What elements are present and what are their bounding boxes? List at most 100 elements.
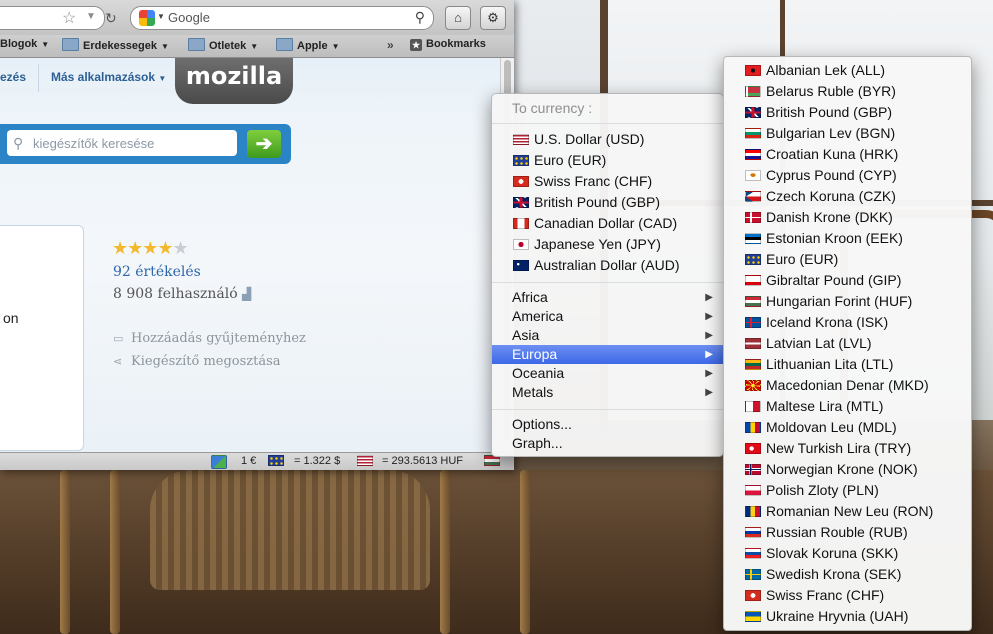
submenu-currency-cz[interactable]: Czech Koruna (CZK) — [724, 186, 971, 207]
submenu-currency-pl[interactable]: Polish Zloty (PLN) — [724, 480, 971, 501]
chevron-right-icon: ▶ — [705, 368, 713, 379]
usd-rate[interactable]: = 1.322 $ — [294, 455, 340, 467]
submenu-currency-lt[interactable]: Lithuanian Lita (LTL) — [724, 354, 971, 375]
menu-region-america[interactable]: America ▶ — [492, 307, 723, 326]
chevron-down-icon[interactable]: ▼ — [157, 12, 165, 21]
menu-currency-gb[interactable]: British Pound (GBP) — [492, 192, 723, 213]
menu-currency-ca[interactable]: Canadian Dollar (CAD) — [492, 213, 723, 234]
bookmark-folder-blogok[interactable]: Blogok ▼ — [0, 38, 49, 50]
bookmark-folder-erdekessegek[interactable]: Erdekessegek ▼ — [62, 38, 169, 52]
submenu-currency-tr[interactable]: New Turkish Lira (TRY) — [724, 438, 971, 459]
currency-amount[interactable]: 1 € — [241, 455, 256, 467]
mozilla-logo[interactable]: mozilla — [175, 58, 293, 104]
bookmark-folder-otletek[interactable]: Otletek ▼ — [188, 38, 258, 52]
submenu-currency-cy[interactable]: Cyprus Pound (CYP) — [724, 165, 971, 186]
submenu-currency-label: Iceland Krona (ISK) — [766, 314, 889, 330]
ru-flag-icon — [745, 527, 761, 538]
bookmark-label: Erdekessegek — [83, 40, 157, 52]
submenu-currency-label: Moldovan Leu (MDL) — [766, 419, 897, 435]
share-addon-link[interactable]: ⋖ Kiegészítő megosztása — [113, 354, 281, 369]
reviews-link[interactable]: 92 értékelés — [113, 264, 201, 280]
rating-stars: ★★★★★ — [112, 238, 189, 258]
gb-flag-icon — [513, 197, 529, 208]
stats-icon[interactable]: ▟ — [242, 287, 251, 301]
chevron-right-icon: ▶ — [705, 330, 713, 341]
nav-link-label: Más alkalmazások — [51, 70, 156, 84]
submenu-currency-bg[interactable]: Bulgarian Lev (BGN) — [724, 123, 971, 144]
search-placeholder: kiegészítők keresése — [33, 136, 155, 151]
browser-toolbar: ☆ ▼ ↻ ▼ Google ⚲ ⌂ ⚙ — [0, 0, 514, 35]
menu-currency-ch[interactable]: Swiss Franc (CHF) — [492, 171, 723, 192]
submenu-currency-al[interactable]: Albanian Lek (ALL) — [724, 60, 971, 81]
search-input[interactable]: Google — [168, 10, 210, 25]
huf-rate[interactable]: = 293.5613 HUF — [382, 455, 463, 467]
collection-icon: ▭ — [113, 332, 124, 345]
menu-currency-eu[interactable]: Euro (EUR) — [492, 150, 723, 171]
submenu-currency-gb[interactable]: British Pound (GBP) — [724, 102, 971, 123]
wallpaper-chair-seat — [150, 470, 430, 590]
status-bar: 1 € = 1.322 $ = 293.5613 HUF — [0, 452, 514, 470]
menu-region-metals[interactable]: Metals ▶ — [492, 383, 723, 402]
reload-icon[interactable]: ↻ — [105, 10, 117, 27]
submenu-currency-eu[interactable]: Euro (EUR) — [724, 249, 971, 270]
menu-region-label: Asia — [512, 327, 540, 343]
se-flag-icon — [745, 569, 761, 580]
nav-divider — [38, 64, 39, 92]
submenu-currency-label: Ukraine Hryvnia (UAH) — [766, 608, 909, 624]
menu-currency-label: British Pound (GBP) — [534, 194, 661, 210]
more-bookmarks-button[interactable]: » — [387, 38, 394, 52]
menu-item-graph[interactable]: Graph... — [492, 433, 723, 454]
ro-flag-icon — [745, 506, 761, 517]
submenu-currency-no[interactable]: Norwegian Krone (NOK) — [724, 459, 971, 480]
submenu-currency-ch[interactable]: Swiss Franc (CHF) — [724, 585, 971, 606]
submenu-currency-label: Swiss Franc (CHF) — [766, 587, 885, 603]
add-to-collection-link[interactable]: ▭ Hozzáadás gyűjteményhez — [113, 331, 306, 346]
menu-item-options[interactable]: Options... — [492, 414, 723, 435]
submenu-currency-ua[interactable]: Ukraine Hryvnia (UAH) — [724, 606, 971, 627]
submenu-currency-mk[interactable]: Macedonian Denar (MKD) — [724, 375, 971, 396]
submenu-currency-label: Bulgarian Lev (BGN) — [766, 125, 896, 141]
bookmarks-menu[interactable]: ★ Bookmarks — [410, 38, 486, 51]
translate-icon[interactable] — [211, 455, 227, 470]
bookmark-star-icon[interactable]: ☆ — [62, 8, 76, 28]
tr-flag-icon — [745, 443, 761, 454]
home-button[interactable]: ⌂ — [445, 6, 471, 30]
submenu-currency-se[interactable]: Swedish Krona (SEK) — [724, 564, 971, 585]
menu-region-africa[interactable]: Africa ▶ — [492, 288, 723, 307]
submenu-currency-hu[interactable]: Hungarian Forint (HUF) — [724, 291, 971, 312]
search-go-button[interactable]: ➔ — [247, 130, 281, 158]
addon-search-input[interactable]: ⚲ kiegészítők keresése — [7, 130, 237, 156]
menu-currency-au[interactable]: Australian Dollar (AUD) — [492, 255, 723, 276]
search-bar[interactable]: ▼ Google ⚲ — [130, 6, 434, 30]
menu-currency-label: Australian Dollar (AUD) — [534, 257, 680, 273]
addon-card: on — [0, 225, 84, 451]
bookmark-folder-apple[interactable]: Apple ▼ — [276, 38, 339, 52]
submenu-currency-lv[interactable]: Latvian Lat (LVL) — [724, 333, 971, 354]
submenu-currency-is[interactable]: Iceland Krona (ISK) — [724, 312, 971, 333]
ch-flag-icon — [513, 176, 529, 187]
submenu-currency-by[interactable]: Belarus Ruble (BYR) — [724, 81, 971, 102]
menu-currency-jp[interactable]: Japanese Yen (JPY) — [492, 234, 723, 255]
google-icon[interactable] — [139, 10, 155, 26]
submenu-currency-label: Danish Krone (DKK) — [766, 209, 893, 225]
menu-region-europa[interactable]: Europa ▶ — [492, 345, 723, 364]
menu-currency-us[interactable]: U.S. Dollar (USD) — [492, 129, 723, 150]
chevron-down-icon[interactable]: ▼ — [86, 11, 96, 22]
nav-link-more-apps[interactable]: Más alkalmazások ▼ — [51, 70, 166, 84]
tools-button[interactable]: ⚙ — [480, 6, 506, 30]
cy-flag-icon — [745, 170, 761, 181]
submenu-currency-ru[interactable]: Russian Rouble (RUB) — [724, 522, 971, 543]
submenu-currency-sk[interactable]: Slovak Koruna (SKK) — [724, 543, 971, 564]
search-icon[interactable]: ⚲ — [415, 9, 425, 26]
wallpaper-chair-leg — [110, 470, 120, 634]
submenu-currency-gi[interactable]: Gibraltar Pound (GIP) — [724, 270, 971, 291]
submenu-currency-hr[interactable]: Croatian Kuna (HRK) — [724, 144, 971, 165]
submenu-currency-ee[interactable]: Estonian Kroon (EEK) — [724, 228, 971, 249]
menu-region-asia[interactable]: Asia ▶ — [492, 326, 723, 345]
submenu-currency-mt[interactable]: Maltese Lira (MTL) — [724, 396, 971, 417]
submenu-currency-md[interactable]: Moldovan Leu (MDL) — [724, 417, 971, 438]
menu-region-oceania[interactable]: Oceania ▶ — [492, 364, 723, 383]
submenu-currency-ro[interactable]: Romanian New Leu (RON) — [724, 501, 971, 522]
submenu-currency-dk[interactable]: Danish Krone (DKK) — [724, 207, 971, 228]
nav-link-partial[interactable]: ezés — [0, 70, 26, 84]
